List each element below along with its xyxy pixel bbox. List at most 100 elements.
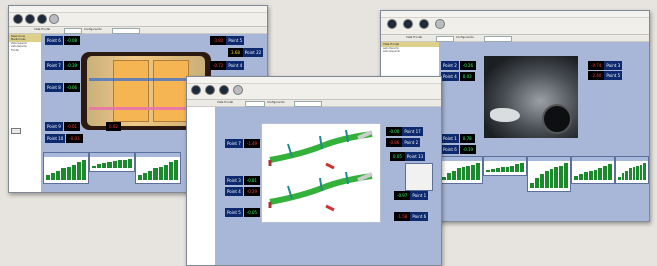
compare-icon[interactable] bbox=[25, 14, 35, 24]
compare-icon[interactable] bbox=[205, 85, 215, 95]
underbody-panel bbox=[153, 60, 189, 122]
point-4-readout: -0.72 Point 4 bbox=[209, 61, 245, 70]
option-label-config: Configuración bbox=[267, 101, 285, 104]
bar bbox=[632, 167, 636, 180]
bar bbox=[143, 172, 148, 180]
bar bbox=[574, 175, 578, 180]
print-icon[interactable] bbox=[419, 19, 429, 29]
point-1-readout: Point 1 0.78 bbox=[441, 134, 475, 143]
options-bar: Vista Frontal Configuración bbox=[381, 35, 649, 42]
bar bbox=[643, 163, 646, 180]
bar-series-a bbox=[574, 163, 612, 180]
bar bbox=[61, 168, 66, 180]
settings-icon[interactable] bbox=[435, 19, 445, 29]
menubar: FileViewToolsHelp bbox=[381, 11, 649, 27]
point-2-readout: Point 2 -0.26 bbox=[441, 61, 477, 70]
bar bbox=[112, 161, 117, 168]
point-8-readout: Point 8 -0.06 bbox=[45, 83, 81, 92]
bar bbox=[520, 163, 524, 172]
bar bbox=[534, 178, 539, 188]
car-photo bbox=[484, 56, 578, 138]
option-label-config: Configuración bbox=[84, 28, 102, 31]
chart-panel bbox=[43, 152, 89, 184]
bar bbox=[490, 168, 495, 172]
options-bar: Vista Frontal Configuración bbox=[9, 27, 267, 34]
chart-panel bbox=[135, 152, 181, 184]
bar bbox=[583, 172, 588, 180]
compare-icon[interactable] bbox=[403, 19, 413, 29]
window-side-view: FileViewToolsHelp Vista Frontal Configur… bbox=[186, 76, 442, 266]
point-4-readout: Point 4 -0.29 bbox=[225, 187, 261, 196]
point-3-readout: Point 3 -0.81 bbox=[225, 176, 261, 185]
bar bbox=[628, 168, 632, 180]
bar bbox=[76, 162, 81, 180]
bar bbox=[564, 163, 568, 188]
bar bbox=[81, 160, 86, 180]
toolbar bbox=[187, 84, 441, 100]
bar bbox=[71, 165, 76, 180]
bar bbox=[593, 169, 598, 180]
bar bbox=[495, 167, 500, 172]
side-diagram bbox=[261, 123, 381, 223]
print-icon[interactable] bbox=[219, 85, 229, 95]
print-icon[interactable] bbox=[37, 14, 47, 24]
bar bbox=[621, 173, 625, 180]
wheel bbox=[542, 104, 572, 134]
chart-panel bbox=[89, 152, 135, 172]
bar bbox=[451, 170, 456, 180]
chart-panel bbox=[439, 156, 483, 184]
sidebar-item[interactable]: Frontal bbox=[9, 49, 41, 52]
bar bbox=[476, 163, 480, 180]
headlight bbox=[490, 108, 520, 122]
point-1-readout: -0.97 Point 1 bbox=[393, 191, 429, 200]
bar bbox=[603, 165, 608, 180]
measure-icon[interactable] bbox=[13, 14, 23, 24]
bar bbox=[578, 174, 583, 180]
bar-series-b bbox=[530, 163, 568, 188]
bar bbox=[544, 170, 549, 188]
bar bbox=[97, 164, 102, 168]
option-label-view: Vista Frontal bbox=[406, 36, 423, 39]
bar bbox=[163, 165, 168, 180]
point-3-readout: -0.74 Point 3 bbox=[587, 61, 623, 70]
measure-icon[interactable] bbox=[191, 85, 201, 95]
bar bbox=[107, 161, 112, 168]
bar bbox=[442, 176, 446, 180]
bar bbox=[46, 174, 51, 180]
point-7-readout: Point 7 -1.49 bbox=[225, 139, 261, 148]
bar bbox=[636, 165, 639, 180]
bar bbox=[138, 174, 143, 180]
bar bbox=[625, 170, 628, 180]
bar bbox=[461, 167, 466, 180]
bar bbox=[153, 168, 158, 180]
sidebar-item[interactable]: Lado Izquierdo bbox=[381, 50, 439, 53]
point-10-readout: Point 10 -0.03 bbox=[45, 134, 83, 143]
bar bbox=[56, 170, 61, 180]
measurement-area: Point 2 -0.26 Point 4 0.03 -0.74 Point 3 -2… bbox=[439, 42, 649, 221]
settings-icon[interactable] bbox=[49, 14, 59, 24]
bar bbox=[117, 160, 122, 168]
measure-icon[interactable] bbox=[387, 19, 397, 29]
bar bbox=[168, 162, 173, 180]
side-button[interactable] bbox=[11, 128, 21, 134]
bar bbox=[446, 173, 451, 180]
point-list-panel bbox=[405, 163, 433, 191]
bar bbox=[530, 183, 534, 188]
bar bbox=[92, 166, 97, 168]
point-22-readout: 3.68 Point 22 bbox=[227, 48, 264, 57]
point-9-readout: Point 9 -0.01 bbox=[45, 122, 81, 131]
bar bbox=[471, 164, 476, 180]
bar bbox=[486, 169, 490, 172]
chart-panel bbox=[527, 156, 571, 192]
settings-icon[interactable] bbox=[233, 85, 243, 95]
point-6-readout: Point 6 -0.19 bbox=[441, 145, 477, 154]
bar bbox=[598, 168, 603, 180]
bar bbox=[549, 169, 554, 188]
sidebar: Seleccione Mediciones Vista Superior Lad… bbox=[9, 34, 42, 114]
point-17-readout: -0.00 Point 17 bbox=[385, 127, 423, 136]
chart-panel bbox=[571, 156, 615, 184]
bar bbox=[148, 170, 153, 180]
point-5-readout: -3.82 Point 5 bbox=[209, 36, 245, 45]
toolbar bbox=[381, 18, 649, 35]
bar bbox=[173, 160, 178, 180]
